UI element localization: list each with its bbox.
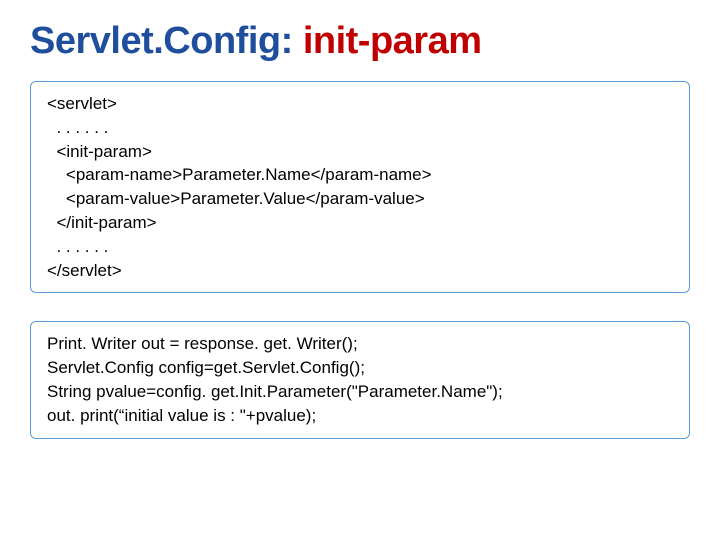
code-line: . . . . . .: [47, 237, 108, 256]
code-line: </servlet>: [47, 261, 122, 280]
page-title: Servlet.Config: init-param: [30, 20, 690, 63]
code-line: <init-param>: [47, 142, 152, 161]
code-line: out. print(“initial value is : "+pvalue)…: [47, 406, 316, 425]
code-line: <param-value>Parameter.Value</param-valu…: [47, 189, 425, 208]
title-part1: Servlet.Config:: [30, 20, 303, 62]
code-line: <servlet>: [47, 94, 117, 113]
code-line: String pvalue=config. get.Init.Parameter…: [47, 382, 503, 401]
xml-config-box: <servlet> . . . . . . <init-param> <para…: [30, 81, 690, 293]
code-line: . . . . . .: [47, 118, 108, 137]
code-line: </init-param>: [47, 213, 157, 232]
code-line: Print. Writer out = response. get. Write…: [47, 334, 358, 353]
code-line: Servlet.Config config=get.Servlet.Config…: [47, 358, 365, 377]
code-line: <param-name>Parameter.Name</param-name>: [47, 165, 432, 184]
title-part2: init-param: [303, 20, 482, 62]
java-code-box: Print. Writer out = response. get. Write…: [30, 321, 690, 438]
